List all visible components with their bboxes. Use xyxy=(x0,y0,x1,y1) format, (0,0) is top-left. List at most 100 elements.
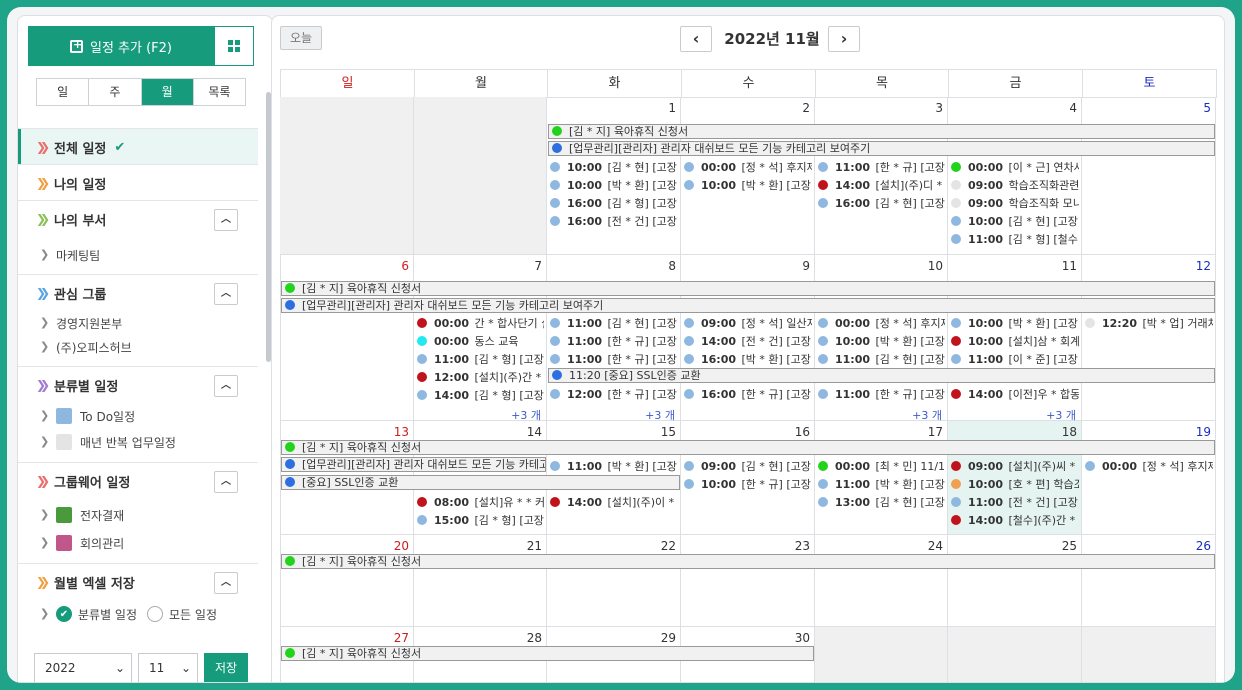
event-item[interactable]: 08:00 [설치]유 * * 커피 xyxy=(417,494,544,512)
category-schedule-item[interactable]: ❯❯ 분류별 일정 ︿ xyxy=(18,367,258,403)
day-cell[interactable] xyxy=(948,627,1082,682)
tab-month[interactable]: 월 xyxy=(141,79,194,105)
day-cell[interactable]: 25 xyxy=(948,535,1082,627)
day-cell[interactable]: 19 xyxy=(1082,421,1216,535)
event-item[interactable]: 00:00 [정 * 석] 후지제스 xyxy=(818,315,945,333)
day-cell[interactable]: 6 xyxy=(280,255,414,421)
more-events-link[interactable]: +3 개 xyxy=(948,407,1076,423)
event-item[interactable]: 12:20 [박 * 업] 거래처 xyxy=(1085,315,1213,333)
radio-checked-icon[interactable]: ✔ xyxy=(56,606,72,622)
collapse-button[interactable]: ︿ xyxy=(214,572,238,594)
event-item[interactable]: 11:00 [이 * 준] [고장](주 xyxy=(951,351,1079,369)
event-item[interactable]: 10:00 [김 * 현] [고장](주 xyxy=(550,159,678,177)
event-item[interactable]: 00:00 [정 * 석] 후지제스 xyxy=(684,159,812,177)
event-item[interactable]: 00:00 [이 * 근] 연차사유 xyxy=(951,159,1079,177)
event-item[interactable]: 11:00 [한 * 규] [고장]동 xyxy=(818,159,945,177)
event-item[interactable]: 11:00 [한 * 규] [고장](주 xyxy=(818,386,945,404)
today-button[interactable]: 오늘 xyxy=(280,26,322,50)
event-item[interactable]: 00:00 간 * 합사단기 실 xyxy=(417,315,544,333)
event-bar[interactable]: 11:20 [중요] SSL인증 교환 xyxy=(548,368,1215,383)
collapse-button[interactable]: ︿ xyxy=(214,209,238,231)
event-bar[interactable]: [중요] SSL인증 교환 xyxy=(281,475,680,490)
month-select[interactable]: 11 ⌄ xyxy=(138,653,198,682)
event-item[interactable]: 10:00 [호 * 편] 학습조직 xyxy=(951,476,1079,494)
year-select[interactable]: 2022 ⌄ xyxy=(34,653,132,682)
collapse-button[interactable]: ︿ xyxy=(214,471,238,493)
event-item[interactable]: 12:00 [설치](주)간 * 건 xyxy=(417,369,544,387)
department-item-marketing[interactable]: ❯ 마케팅팀 xyxy=(18,243,258,267)
day-cell[interactable]: 12 xyxy=(1082,255,1216,421)
event-item[interactable]: 00:00 [최 * 민] 11/17(목 xyxy=(818,458,945,476)
event-item[interactable]: 16:00 [김 * 형] [고장](주 xyxy=(550,195,678,213)
tab-week[interactable]: 주 xyxy=(89,79,142,105)
more-events-link[interactable]: +3 개 xyxy=(414,407,541,423)
event-bar[interactable]: [김 * 지] 육아휴직 신청서 xyxy=(281,281,1215,296)
event-item[interactable]: 11:00 [김 * 형] [고장](주 xyxy=(417,351,544,369)
event-bar[interactable]: [김 * 지] 육아휴직 신청서 xyxy=(281,554,1215,569)
my-department-item[interactable]: ❯❯ 나의 부서 ︿ xyxy=(18,201,258,237)
day-cell[interactable]: 21 xyxy=(414,535,547,627)
event-item[interactable]: 15:00 [김 * 형] [고장](주 xyxy=(417,512,544,530)
event-bar[interactable]: [김 * 지] 육아휴직 신청서 xyxy=(281,440,1215,455)
radio-unchecked-icon[interactable] xyxy=(147,606,164,622)
event-item[interactable]: 11:00 [한 * 규] [고장]이 xyxy=(550,351,678,369)
event-item[interactable]: 16:00 [박 * 환] [고장](주 xyxy=(684,351,812,369)
day-cell[interactable]: 5 xyxy=(1082,97,1216,255)
excel-save-button[interactable]: 저장 xyxy=(204,653,248,682)
event-item[interactable]: 10:00 [설치]삼 * 회계법 xyxy=(951,333,1079,351)
event-item[interactable]: 00:00 동스 교육 xyxy=(417,333,544,351)
event-item[interactable]: 10:00 [박 * 환] [고장]시 xyxy=(818,333,945,351)
groupware-item-meeting[interactable]: ❯ 회의관리 xyxy=(18,529,258,557)
event-item[interactable]: 11:00 [김 * 형] [철수]방 xyxy=(951,231,1079,249)
category-item-yearly[interactable]: ❯ 매년 반복 업무일정 xyxy=(18,429,258,455)
interest-item-officehub[interactable]: ❯ (주)오피스허브 xyxy=(18,335,258,359)
event-item[interactable]: 10:00 [한 * 규] [고장]밥 xyxy=(684,476,812,494)
event-item[interactable]: 10:00 [박 * 환] [고장]목 xyxy=(550,177,678,195)
interest-group-item[interactable]: ❯❯ 관심 그룹 ︿ xyxy=(18,275,258,311)
day-cell[interactable] xyxy=(815,627,948,682)
radio-all-label[interactable]: 모든 일정 xyxy=(169,606,217,623)
checkbox-checked-icon[interactable] xyxy=(56,408,72,424)
event-item[interactable]: 10:00 [박 * 환] [고장](주 xyxy=(684,177,812,195)
next-month-button[interactable]: › xyxy=(828,26,860,52)
collapse-button[interactable]: ︿ xyxy=(214,283,238,305)
interest-item-management[interactable]: ❯ 경영지원본부 xyxy=(18,311,258,335)
prev-month-button[interactable]: ‹ xyxy=(680,26,712,52)
all-schedule-item[interactable]: ❯❯ 전체 일정 ✔ xyxy=(18,129,258,165)
event-item[interactable]: 00:00 [정 * 석] 후지제스 xyxy=(1085,458,1213,476)
event-item[interactable]: 11:00 [김 * 현] [고장](주 xyxy=(818,351,945,369)
event-item[interactable]: 16:00 [한 * 규] [고장](주 xyxy=(684,386,812,404)
event-item[interactable]: 09:00 [설치](주)씨 * 스 xyxy=(951,458,1079,476)
event-item[interactable]: 11:00 [박 * 환] [고장](주 xyxy=(550,458,678,476)
event-item[interactable]: 14:00 [이전]우 * 합동공 xyxy=(951,386,1079,404)
event-item[interactable]: 10:00 [김 * 현] [고장](주 xyxy=(951,213,1079,231)
event-bar[interactable]: [업무관리][관리자] 관리자 대쉬보드 모든 기능 카테고리 보여주기 xyxy=(548,141,1215,156)
my-schedule-item[interactable]: ❯❯ 나의 일정 xyxy=(18,165,258,201)
day-cell[interactable] xyxy=(414,97,547,255)
more-events-link[interactable]: +3 개 xyxy=(547,407,675,423)
event-item[interactable]: 11:00 [김 * 현] [고장](주 xyxy=(550,315,678,333)
event-item[interactable]: 09:00 학습조직화 모니 xyxy=(951,195,1079,213)
day-cell[interactable]: 22 xyxy=(547,535,681,627)
event-bar[interactable]: [업무관리][관리자] 관리자 대쉬보드 모든 기능 카테고리 보여주기 xyxy=(281,457,546,472)
event-item[interactable]: 13:00 [김 * 현] [고장](주 xyxy=(818,494,945,512)
event-item[interactable]: 14:00 [설치](주)디 * 씨 xyxy=(818,177,945,195)
event-item[interactable]: 16:00 [김 * 현] [고장](주 xyxy=(818,195,945,213)
event-item[interactable]: 11:00 [전 * 건] [고장](주 xyxy=(951,494,1079,512)
groupware-item-approval[interactable]: ❯ 전자결재 xyxy=(18,501,258,529)
day-cell[interactable]: 23 xyxy=(681,535,815,627)
event-item[interactable]: 09:00 [정 * 석] 일산지사 xyxy=(684,315,812,333)
add-schedule-button[interactable]: 일정 추가 (F2) xyxy=(28,26,214,66)
event-item[interactable]: 14:00 [김 * 형] [고장](주 xyxy=(417,387,544,405)
excel-save-item[interactable]: ❯❯ 월별 엑셀 저장 ︿ xyxy=(18,564,258,600)
event-item[interactable]: 11:00 [박 * 환] [고장](주 xyxy=(818,476,945,494)
tab-day[interactable]: 일 xyxy=(37,79,90,105)
event-bar[interactable]: [김 * 지] 육아휴직 신청서 xyxy=(281,646,814,661)
checkbox-checked-icon[interactable] xyxy=(56,434,72,450)
color-swatch[interactable] xyxy=(56,535,72,551)
day-cell[interactable] xyxy=(1082,627,1216,682)
groupware-schedule-item[interactable]: ❯❯ 그룹웨어 일정 ︿ xyxy=(18,463,258,499)
radio-category-label[interactable]: 분류별 일정 xyxy=(78,606,137,623)
event-item[interactable]: 14:00 [전 * 건] [고장](주 xyxy=(684,333,812,351)
more-events-link[interactable]: +3 개 xyxy=(815,407,942,423)
